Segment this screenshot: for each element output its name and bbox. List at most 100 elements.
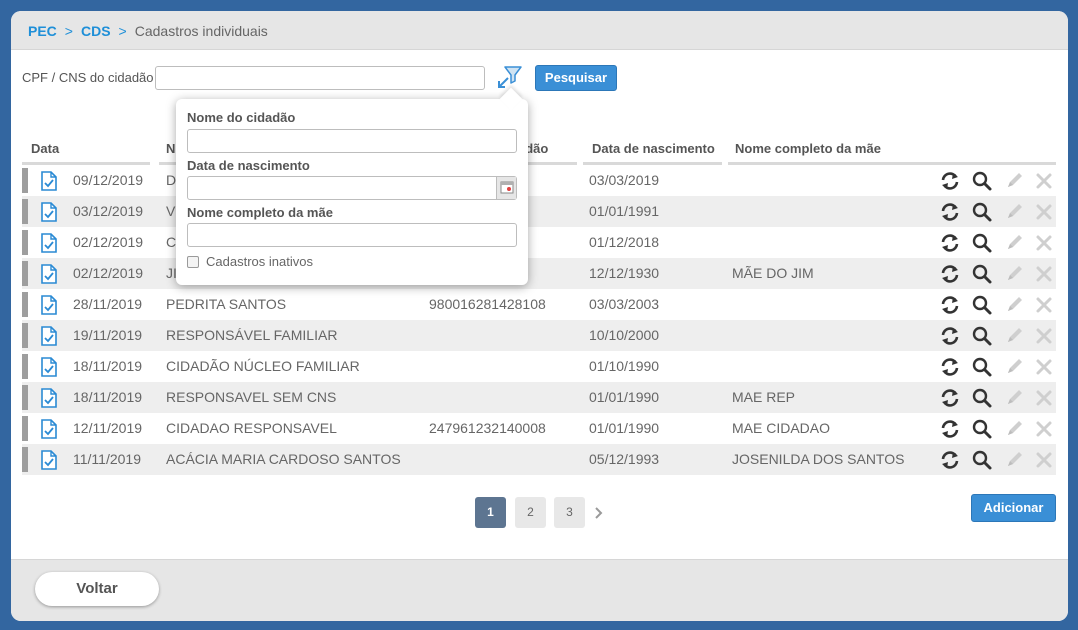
document-check-icon[interactable]	[40, 264, 58, 284]
refresh-icon[interactable]	[939, 170, 961, 192]
cell-date: 11/11/2019	[73, 451, 141, 467]
row-marker	[22, 168, 28, 193]
cell-birth: 03/03/2003	[589, 296, 660, 312]
cell-date: 02/12/2019	[73, 234, 144, 250]
cell-date: 09/12/2019	[73, 172, 144, 188]
table-row[interactable]: 18/11/2019 RESPONSAVEL SEM CNS 01/01/1990 M…	[22, 382, 1056, 413]
cell-name: V	[166, 203, 176, 219]
table-row[interactable]: 11/11/2019 ACÁCIA MARIA CARDOSO SANTOS 05/…	[22, 444, 1056, 475]
table-row[interactable]: 28/11/2019 PEDRITA SANTOS 980016281428108 0…	[22, 289, 1056, 320]
row-marker	[22, 323, 28, 348]
cell-date: 28/11/2019	[73, 296, 143, 312]
refresh-icon[interactable]	[939, 263, 961, 285]
refresh-icon[interactable]	[939, 449, 961, 471]
row-marker	[22, 292, 28, 317]
row-marker	[22, 416, 28, 441]
cell-mae: JOSENILDA DOS SANTOS	[732, 451, 905, 467]
close-icon[interactable]	[1033, 294, 1055, 316]
column-header-data[interactable]: Data	[31, 141, 59, 156]
refresh-icon[interactable]	[939, 294, 961, 316]
magnifier-icon[interactable]	[971, 449, 993, 471]
cell-name: RESPONSAVEL SEM CNS	[166, 389, 337, 405]
data-nascimento-input[interactable]	[187, 176, 517, 200]
cell-mae: MÃE DO JIM	[732, 265, 814, 281]
pencil-icon[interactable]	[1003, 232, 1025, 254]
cell-birth: 01/10/1990	[589, 358, 660, 374]
close-icon[interactable]	[1033, 263, 1055, 285]
pencil-icon[interactable]	[1003, 387, 1025, 409]
close-icon[interactable]	[1033, 232, 1055, 254]
document-check-icon[interactable]	[40, 295, 58, 315]
cell-date: 03/12/2019	[73, 203, 144, 219]
magnifier-icon[interactable]	[971, 232, 993, 254]
nome-mae-input[interactable]	[187, 223, 517, 247]
pencil-icon[interactable]	[1003, 294, 1025, 316]
refresh-icon[interactable]	[939, 356, 961, 378]
magnifier-icon[interactable]	[971, 418, 993, 440]
magnifier-icon[interactable]	[971, 325, 993, 347]
add-button[interactable]: Adicionar	[971, 494, 1056, 522]
close-icon[interactable]	[1033, 325, 1055, 347]
document-check-icon[interactable]	[40, 171, 58, 191]
calendar-icon[interactable]	[496, 177, 516, 199]
cadastros-inativos-checkbox[interactable]	[187, 256, 199, 268]
cell-name: PEDRITA SANTOS	[166, 296, 287, 312]
document-check-icon[interactable]	[40, 450, 58, 470]
pencil-icon[interactable]	[1003, 170, 1025, 192]
refresh-icon[interactable]	[939, 387, 961, 409]
chevron-right-icon[interactable]	[593, 506, 605, 520]
refresh-icon[interactable]	[939, 232, 961, 254]
row-marker	[22, 230, 28, 255]
cell-birth: 05/12/1993	[589, 451, 660, 467]
search-button[interactable]: Pesquisar	[535, 65, 617, 91]
pencil-icon[interactable]	[1003, 201, 1025, 223]
table-row[interactable]: 19/11/2019 RESPONSÁVEL FAMILIAR 10/10/2000	[22, 320, 1056, 351]
magnifier-icon[interactable]	[971, 356, 993, 378]
cell-date: 18/11/2019	[73, 389, 143, 405]
document-check-icon[interactable]	[40, 326, 58, 346]
page-button-1[interactable]: 1	[475, 497, 506, 528]
pencil-icon[interactable]	[1003, 356, 1025, 378]
nome-cidadao-input[interactable]	[187, 129, 517, 153]
refresh-icon[interactable]	[939, 418, 961, 440]
document-check-icon[interactable]	[40, 202, 58, 222]
refresh-icon[interactable]	[939, 325, 961, 347]
cell-name: CIDADAO RESPONSAVEL	[166, 420, 337, 436]
breadcrumb: PEC > CDS > Cadastros individuais	[28, 23, 268, 39]
document-check-icon[interactable]	[40, 233, 58, 253]
breadcrumb-link-pec[interactable]: PEC	[28, 23, 57, 39]
table-row[interactable]: 18/11/2019 CIDADÃO NÚCLEO FAMILIAR 01/10/1…	[22, 351, 1056, 382]
pencil-icon[interactable]	[1003, 449, 1025, 471]
column-header-nascimento[interactable]: Data de nascimento	[592, 141, 715, 156]
cell-name: CIDADÃO NÚCLEO FAMILIAR	[166, 358, 360, 374]
table-row[interactable]: 12/11/2019 CIDADAO RESPONSAVEL 24796123214…	[22, 413, 1056, 444]
magnifier-icon[interactable]	[971, 387, 993, 409]
cell-birth: 01/01/1990	[589, 420, 660, 436]
close-icon[interactable]	[1033, 170, 1055, 192]
page-button-3[interactable]: 3	[554, 497, 585, 528]
close-icon[interactable]	[1033, 201, 1055, 223]
document-check-icon[interactable]	[40, 388, 58, 408]
close-icon[interactable]	[1033, 356, 1055, 378]
close-icon[interactable]	[1033, 449, 1055, 471]
refresh-icon[interactable]	[939, 201, 961, 223]
column-header-mae[interactable]: Nome completo da mãe	[735, 141, 881, 156]
magnifier-icon[interactable]	[971, 170, 993, 192]
cell-date: 12/11/2019	[73, 420, 143, 436]
magnifier-icon[interactable]	[971, 294, 993, 316]
magnifier-icon[interactable]	[971, 263, 993, 285]
document-check-icon[interactable]	[40, 357, 58, 377]
pencil-icon[interactable]	[1003, 325, 1025, 347]
back-button[interactable]: Voltar	[35, 572, 159, 606]
document-check-icon[interactable]	[40, 419, 58, 439]
breadcrumb-link-cds[interactable]: CDS	[81, 23, 111, 39]
pencil-icon[interactable]	[1003, 418, 1025, 440]
pencil-icon[interactable]	[1003, 263, 1025, 285]
cpf-cns-search-input[interactable]	[155, 66, 485, 90]
magnifier-icon[interactable]	[971, 201, 993, 223]
breadcrumb-separator: >	[118, 23, 127, 39]
page-button-2[interactable]: 2	[515, 497, 546, 528]
close-icon[interactable]	[1033, 418, 1055, 440]
column-header-nome[interactable]: N	[166, 141, 175, 156]
close-icon[interactable]	[1033, 387, 1055, 409]
